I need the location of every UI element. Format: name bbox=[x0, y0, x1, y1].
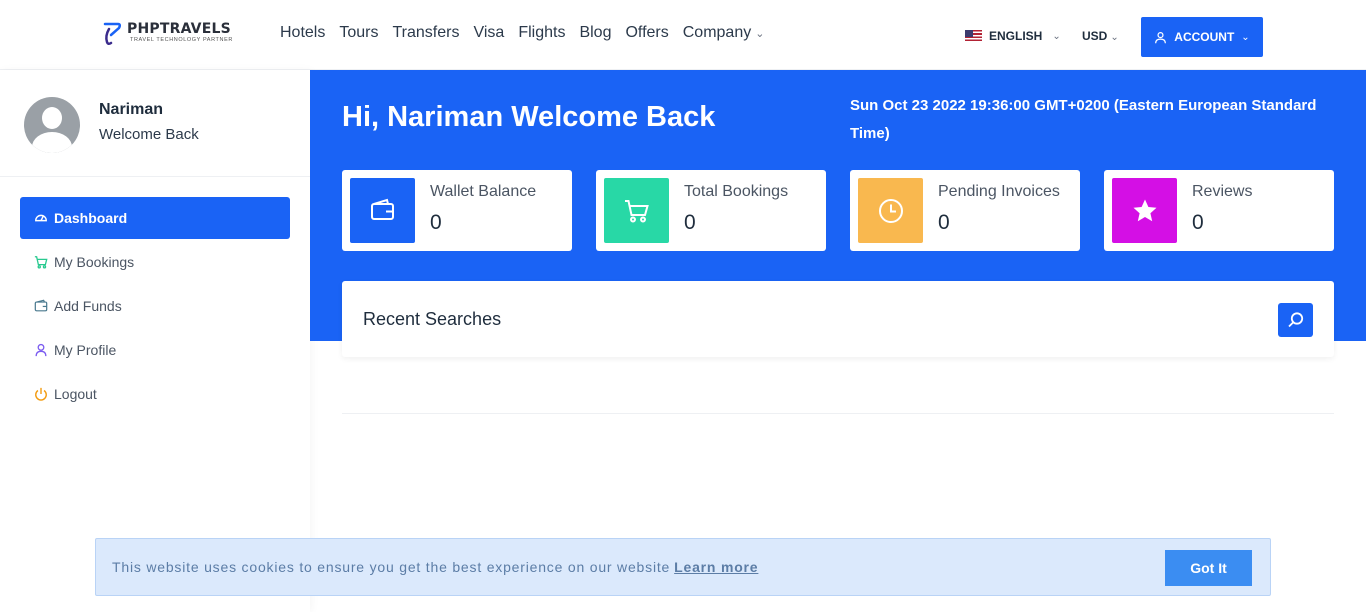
card-label: Pending Invoices bbox=[938, 183, 1060, 200]
card-label: Total Bookings bbox=[684, 183, 789, 200]
power-icon bbox=[35, 387, 47, 401]
card-value: 0 bbox=[430, 211, 442, 234]
page-title: Hi, Nariman Welcome Back bbox=[342, 101, 716, 133]
chevron-down-icon: ⌄ bbox=[1110, 32, 1119, 43]
cookie-message: This website uses cookies to ensure you … bbox=[112, 559, 758, 575]
logo-icon bbox=[103, 22, 122, 46]
total-bookings-card[interactable]: Total Bookings 0 bbox=[596, 170, 826, 251]
card-value: 0 bbox=[684, 211, 696, 234]
current-datetime: Sun Oct 23 2022 19:36:00 GMT+0200 (Easte… bbox=[850, 97, 1317, 142]
card-value: 0 bbox=[1192, 211, 1204, 234]
wallet-icon bbox=[34, 299, 48, 312]
nav-company-label: Company bbox=[682, 24, 752, 41]
clock-icon bbox=[878, 198, 903, 223]
nav-hotels[interactable]: Hotels bbox=[280, 24, 325, 42]
sidebar-item-dashboard[interactable]: Dashboard bbox=[20, 197, 290, 239]
pending-invoices-card[interactable]: Pending Invoices 0 bbox=[850, 170, 1080, 251]
cart-icon bbox=[624, 199, 649, 222]
top-header: PHPTRAVELS TRAVEL TECHNOLOGY PARTNER Hot… bbox=[0, 0, 1366, 70]
chevron-down-icon: ⌄ bbox=[1241, 31, 1250, 43]
language-selector[interactable]: ENGLISH ⌄ bbox=[965, 29, 1061, 43]
sidebar-item-label: Add Funds bbox=[54, 298, 122, 314]
divider bbox=[342, 413, 1334, 414]
user-icon bbox=[1155, 31, 1167, 43]
card-icon-box bbox=[350, 178, 415, 243]
logo-tagline: TRAVEL TECHNOLOGY PARTNER bbox=[130, 37, 233, 43]
card-icon-box bbox=[1112, 178, 1177, 243]
sidebar-item-add-funds[interactable]: Add Funds bbox=[20, 285, 290, 327]
account-label: ACCOUNT bbox=[1174, 30, 1235, 44]
nav-blog[interactable]: Blog bbox=[579, 24, 611, 42]
main-nav: Hotels Tours Transfers Visa Flights Blog… bbox=[280, 24, 764, 42]
logo-name: PHPTRAVELS bbox=[127, 21, 231, 37]
card-icon-box bbox=[604, 178, 669, 243]
sidebar-item-my-profile[interactable]: My Profile bbox=[20, 329, 290, 371]
user-name: Nariman bbox=[99, 101, 164, 118]
language-label: ENGLISH bbox=[989, 29, 1043, 43]
cookie-text: This website uses cookies to ensure you … bbox=[112, 559, 671, 575]
us-flag-icon bbox=[965, 30, 982, 42]
recent-searches-panel: Recent Searches bbox=[342, 281, 1334, 357]
got-it-button[interactable]: Got It bbox=[1165, 550, 1252, 586]
star-icon bbox=[1133, 199, 1156, 221]
wallet-balance-card[interactable]: Wallet Balance 0 bbox=[342, 170, 572, 251]
currency-label: USD bbox=[1082, 29, 1108, 43]
nav-transfers[interactable]: Transfers bbox=[392, 24, 459, 42]
reviews-card[interactable]: Reviews 0 bbox=[1104, 170, 1334, 251]
avatar bbox=[24, 97, 80, 153]
card-value: 0 bbox=[938, 211, 950, 234]
card-icon-box bbox=[858, 178, 923, 243]
search-icon bbox=[1287, 312, 1303, 328]
user-welcome: Welcome Back bbox=[99, 126, 199, 143]
search-button[interactable] bbox=[1278, 303, 1313, 337]
sidebar-item-label: My Bookings bbox=[54, 254, 135, 270]
sidebar-item-label: Dashboard bbox=[54, 210, 128, 226]
learn-more-link[interactable]: Learn more bbox=[674, 559, 758, 575]
chevron-down-icon: ⌄ bbox=[1052, 30, 1061, 42]
wallet-icon bbox=[370, 198, 394, 220]
sidebar-menu: Dashboard My Bookings Add Funds My Profi… bbox=[20, 197, 290, 417]
profile-summary: Nariman Welcome Back bbox=[0, 70, 310, 177]
chevron-down-icon: ⌄ bbox=[755, 28, 765, 40]
sidebar-item-my-bookings[interactable]: My Bookings bbox=[20, 241, 290, 283]
nav-company[interactable]: Company ⌄ bbox=[683, 24, 765, 42]
site-logo[interactable]: PHPTRAVELS TRAVEL TECHNOLOGY PARTNER bbox=[101, 20, 233, 46]
sidebar: Nariman Welcome Back Dashboard My Bookin… bbox=[0, 70, 310, 612]
currency-selector[interactable]: USD ⌄ bbox=[1082, 29, 1119, 43]
recent-searches-title: Recent Searches bbox=[363, 309, 502, 329]
sidebar-item-label: My Profile bbox=[54, 342, 117, 358]
account-button[interactable]: ACCOUNT ⌄ bbox=[1141, 17, 1263, 57]
nav-visa[interactable]: Visa bbox=[473, 24, 504, 42]
user-icon bbox=[35, 343, 47, 357]
cookie-banner: This website uses cookies to ensure you … bbox=[95, 538, 1271, 596]
nav-offers[interactable]: Offers bbox=[625, 24, 668, 42]
dashboard-icon bbox=[35, 214, 47, 222]
sidebar-item-label: Logout bbox=[54, 386, 97, 402]
nav-flights[interactable]: Flights bbox=[518, 24, 565, 42]
card-label: Reviews bbox=[1192, 183, 1253, 200]
sidebar-item-logout[interactable]: Logout bbox=[20, 373, 290, 415]
cart-icon bbox=[34, 256, 48, 269]
card-label: Wallet Balance bbox=[430, 183, 537, 200]
nav-tours[interactable]: Tours bbox=[339, 24, 378, 42]
